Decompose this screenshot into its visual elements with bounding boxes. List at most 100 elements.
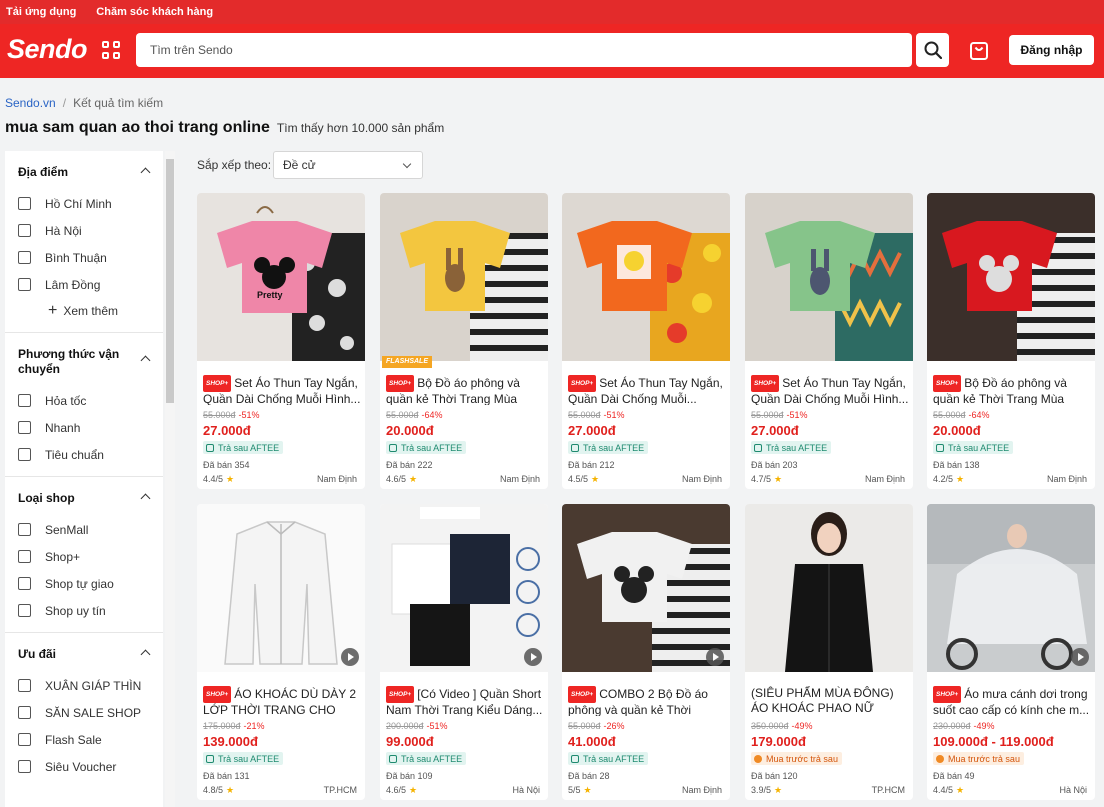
product-card[interactable]: Pretty SHOP+ Set Áo Thun Tay Ngắn, Quần D…	[197, 193, 365, 489]
star-icon: ★	[409, 474, 418, 484]
star-icon: ★	[591, 474, 600, 484]
discount-percent: -64%	[421, 410, 443, 420]
checkbox[interactable]	[18, 251, 31, 264]
product-card[interactable]: SHOP+ Bộ Đồ áo phông và quần kẻ Thời Tran…	[927, 193, 1095, 489]
chevron-up-icon[interactable]	[140, 493, 151, 504]
product-card[interactable]: FLASHSALE SHOP+ Bộ Đồ áo phông và quần kẻ…	[380, 193, 548, 489]
product-name[interactable]: SHOP+ [Có Video ] Quần Short Nam Thời Tra…	[386, 686, 544, 716]
filter-option[interactable]: Bình Thuận	[18, 244, 151, 271]
filter-shop-type-title[interactable]: Loại shop	[18, 491, 128, 506]
filter-option[interactable]: Shop uy tín	[18, 597, 151, 624]
product-name[interactable]: SHOP+ Bộ Đồ áo phông và quần kẻ Thời Tran…	[933, 375, 1091, 405]
product-name[interactable]: SHOP+ COMBO 2 Bộ Đồ áo phông và quần kẻ T…	[568, 686, 726, 716]
sort-dropdown[interactable]: Đề cử	[273, 151, 423, 179]
show-more-button[interactable]: + Xem thêm	[18, 298, 163, 324]
checkbox[interactable]	[18, 733, 31, 746]
checkbox[interactable]	[18, 197, 31, 210]
product-name[interactable]: SHOP+ Set Áo Thun Tay Ngắn, Quần Dài Chốn…	[751, 375, 909, 405]
product-name[interactable]: SHOP+ Bộ Đồ áo phông và quần kẻ Thời Tran…	[386, 375, 544, 405]
product-card[interactable]: SHOP+ Áo mưa cánh dơi trong suốt cao cấp …	[927, 504, 1095, 800]
filter-option[interactable]: Shop+	[18, 543, 151, 570]
cart-button[interactable]	[968, 40, 990, 62]
product-card[interactable]: SHOP+ COMBO 2 Bộ Đồ áo phông và quần kẻ T…	[562, 504, 730, 800]
filter-option[interactable]: Hỏa tốc	[18, 387, 151, 414]
checkbox[interactable]	[18, 448, 31, 461]
checkbox[interactable]	[18, 394, 31, 407]
filter-option[interactable]: Flash Sale	[18, 726, 151, 753]
product-card[interactable]: SHOP+ ÁO KHOÁC DÙ DÀY 2 LỚP THỜI TRANG CH…	[197, 504, 365, 800]
product-price: 27.000đ	[751, 423, 799, 438]
filter-option[interactable]: Tiêu chuẩn	[18, 441, 151, 468]
chevron-up-icon[interactable]	[140, 355, 151, 366]
star-icon: ★	[226, 474, 235, 484]
filter-location-title[interactable]: Địa điểm	[18, 165, 128, 180]
shop-plus-badge: SHOP+	[203, 375, 232, 392]
product-name[interactable]: SHOP+ Set Áo Thun Tay Ngắn, Quần Dài Chốn…	[568, 375, 726, 405]
product-name[interactable]: (SIÊU PHẨM MÙA ĐÔNG) ÁO KHOÁC PHAO NỮ DÁ…	[751, 686, 909, 716]
sold-count: Đã bán 28	[568, 771, 610, 781]
checkbox[interactable]	[18, 604, 31, 617]
top-strip: Tải ứng dụng Chăm sóc khách hàng	[0, 0, 1104, 24]
checkbox[interactable]	[18, 577, 31, 590]
product-card[interactable]: SHOP+ Set Áo Thun Tay Ngắn, Quần Dài Chốn…	[745, 193, 913, 489]
product-card[interactable]: SHOP+ [Có Video ] Quần Short Nam Thời Tra…	[380, 504, 548, 800]
filter-offers-title[interactable]: Ưu đãi	[18, 647, 128, 662]
filter-option[interactable]: Hồ Chí Minh	[18, 190, 151, 217]
category-menu-icon[interactable]	[102, 41, 122, 61]
checkbox[interactable]	[18, 278, 31, 291]
breadcrumb-home-link[interactable]: Sendo.vn	[5, 96, 56, 110]
download-app-link[interactable]: Tải ứng dụng	[6, 6, 76, 18]
product-name[interactable]: SHOP+ Áo mưa cánh dơi trong suốt cao cấp …	[933, 686, 1091, 716]
breadcrumb: Sendo.vn / Kết quả tìm kiếm	[5, 96, 163, 110]
filter-option[interactable]: XUÂN GIÁP THÌN	[18, 672, 151, 699]
chevron-up-icon[interactable]	[140, 649, 151, 660]
checkbox[interactable]	[18, 224, 31, 237]
product-image[interactable]	[380, 504, 548, 672]
checkbox[interactable]	[18, 523, 31, 536]
star-icon: ★	[583, 785, 592, 795]
checkbox[interactable]	[18, 679, 31, 692]
filter-option[interactable]: Hà Nội	[18, 217, 151, 244]
filter-option[interactable]: SenMall	[18, 516, 151, 543]
search-box	[136, 33, 912, 67]
chevron-up-icon[interactable]	[140, 167, 151, 178]
checkbox[interactable]	[18, 760, 31, 773]
sidebar-scrollbar[interactable]	[165, 151, 175, 807]
product-image[interactable]	[562, 193, 730, 361]
filter-option[interactable]: Shop tự giao	[18, 570, 151, 597]
filter-sidebar: Địa điểm Hồ Chí Minh Hà Nội Bình Thuận L…	[5, 151, 163, 807]
search-button[interactable]	[916, 33, 949, 67]
product-name[interactable]: SHOP+ Set Áo Thun Tay Ngắn, Quần Dài Chốn…	[203, 375, 361, 405]
product-image[interactable]	[745, 193, 913, 361]
play-video-icon[interactable]	[524, 648, 542, 666]
product-image[interactable]	[927, 504, 1095, 672]
filter-shipping-title[interactable]: Phương thức vận chuyển	[18, 347, 128, 377]
sendo-logo[interactable]: Sendo	[7, 34, 88, 65]
filter-option[interactable]: SĂN SALE SHOP	[18, 699, 151, 726]
filter-option[interactable]: Nhanh	[18, 414, 151, 441]
product-card[interactable]: (SIÊU PHẨM MÙA ĐÔNG) ÁO KHOÁC PHAO NỮ DÁ…	[745, 504, 913, 800]
product-image[interactable]	[380, 193, 548, 361]
sold-count: Đã bán 212	[568, 460, 615, 470]
product-image[interactable]	[197, 504, 365, 672]
product-image[interactable]	[927, 193, 1095, 361]
product-name[interactable]: SHOP+ ÁO KHOÁC DÙ DÀY 2 LỚP THỜI TRANG CH…	[203, 686, 361, 716]
login-button[interactable]: Đăng nhập	[1009, 35, 1094, 65]
product-image[interactable]	[745, 504, 913, 672]
search-input[interactable]	[150, 43, 912, 57]
filter-option[interactable]: Lâm Đồng	[18, 271, 151, 298]
customer-care-link[interactable]: Chăm sóc khách hàng	[96, 6, 213, 18]
checkbox[interactable]	[18, 421, 31, 434]
filter-option[interactable]: Siêu Voucher	[18, 753, 151, 780]
play-video-icon[interactable]	[1071, 648, 1089, 666]
discount-percent: -49%	[791, 721, 813, 731]
checkbox[interactable]	[18, 706, 31, 719]
checkbox[interactable]	[18, 550, 31, 563]
play-video-icon[interactable]	[341, 648, 359, 666]
play-video-icon[interactable]	[706, 648, 724, 666]
product-card[interactable]: SHOP+ Set Áo Thun Tay Ngắn, Quần Dài Chốn…	[562, 193, 730, 489]
scrollbar-thumb[interactable]	[166, 159, 174, 403]
product-image[interactable]	[562, 504, 730, 672]
product-image[interactable]: Pretty	[197, 193, 365, 361]
discount-percent: -21%	[243, 721, 265, 731]
